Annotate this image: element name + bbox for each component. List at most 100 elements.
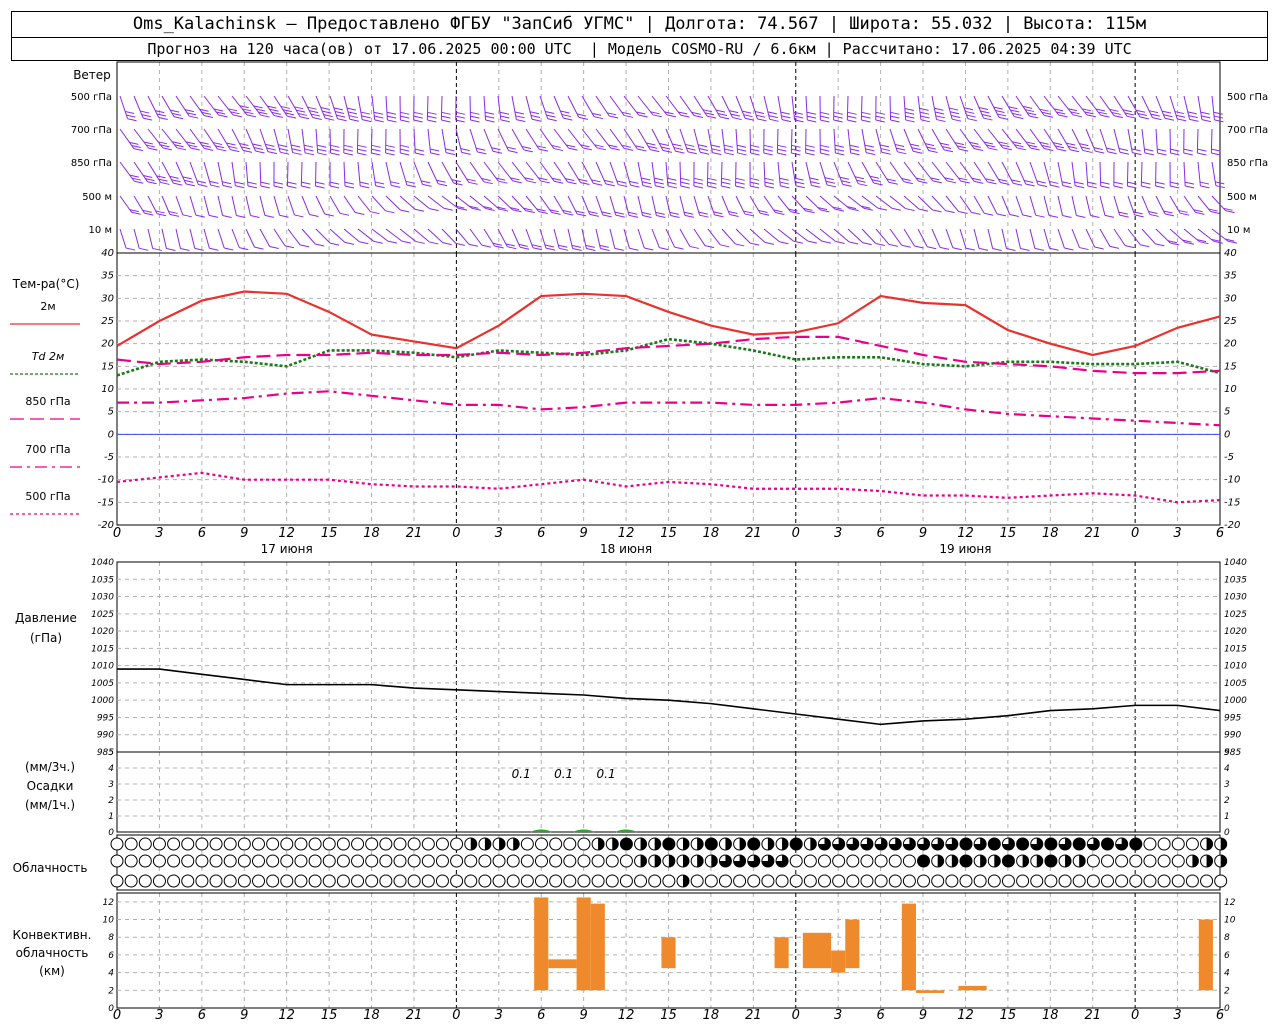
wind-barb-flag [400,119,410,123]
wind-barb-flag [1126,115,1137,119]
cloud-cover-circle [478,854,492,868]
wind-barb-flag [343,148,353,152]
temperature-legend-label: 700 гПа [25,443,70,456]
wind-barb-flag [811,184,821,188]
wind-barb-flag [254,246,264,250]
wind-barb-flag [850,152,860,156]
wind-barb-flag [312,117,322,120]
wind-barb-flag [429,208,439,212]
wind-barb-flag [301,185,311,189]
wind-barb-flag [714,214,724,218]
wind-barb-flag [735,181,745,185]
wind-barb-flag [385,210,395,214]
wind-barb-flag [1125,245,1135,249]
wind-barb [609,228,616,249]
cloud-fill [1073,838,1086,850]
cloud-cover-circle [266,854,280,868]
x-tick-label: 0 [1131,526,1139,541]
wind-barb [455,228,470,245]
wind-barb-flag [764,241,775,245]
wind-barb-flag [910,143,920,147]
wind-barb-flag [309,214,319,218]
cloud-fill [790,838,803,850]
wind-barb-flag [250,215,260,218]
wind-barb-flag [775,211,785,215]
cloud-cover-circle [1001,874,1015,888]
wind-barb-flag [147,181,157,185]
wind-barb-flag [359,241,369,245]
y-tick-label: 1005 [1224,679,1247,689]
cloud-fill [470,838,477,850]
cloud-fill [711,855,718,867]
x-tick-label: 0 [452,1008,460,1023]
wind-barb-flag [471,207,481,211]
wind-barb-flag [386,111,397,115]
wind-barb-flag [1134,214,1144,218]
wind-barb-flag [457,207,468,211]
cloud-cover-circle [1214,874,1228,888]
wind-barb-flag [1029,115,1039,119]
y-tick-label: 1010 [91,662,114,672]
wind-barb-flag [1157,152,1167,156]
cloud-fill [654,855,661,867]
y-tick-label: 6 [1224,951,1230,961]
wind-barb [861,195,879,209]
wind-barb-flag [763,152,773,156]
y-tick-label: 5 [1224,407,1230,418]
wind-barb-flag [523,149,533,153]
wind-barb-flag [558,244,568,248]
wind-barb-flag [182,176,192,180]
y-tick-label: 4 [108,764,114,774]
wind-barb-flag [780,111,790,115]
cloud-fill [917,855,930,867]
wind-barb-flag [1057,148,1067,152]
convective-bar [958,985,987,991]
temperature-panel-title: Тем-ра(°C) [12,277,80,291]
wind-barb-flag [492,150,503,154]
wind-barb [315,195,326,215]
cloud-fill [598,838,605,850]
wind-barb-flag [1177,118,1187,122]
cloud-cover-circle [294,837,308,851]
cloud-panel-title: Облачность [13,861,88,875]
wind-barb-flag [559,247,569,251]
wind-barb-flag [600,248,610,251]
wind-barb-flag [273,181,284,185]
cloud-cover-circle [407,874,421,888]
cloud-cover-circle [591,874,605,888]
wind-barb-flag [764,181,775,185]
wind-barb-flag [805,148,815,152]
wind-barb [903,228,915,247]
cloud-cover-circle [209,874,223,888]
wind-barb-flag [672,143,682,147]
wind-barb [623,228,630,249]
wind-barb-flag [468,243,479,247]
wind-barb-flag [336,114,346,118]
wind-barb [1057,228,1065,249]
cloud-cover-circle [605,854,619,868]
wind-barb-flag [1043,147,1054,151]
wind-barb-flag [806,111,816,115]
convective-title-3: (км) [39,964,65,978]
wind-barb-flag [724,148,734,152]
wind-barb-flag [875,242,885,246]
wind-barb-flag [736,144,747,148]
wind-barb-flag [588,210,598,214]
y-tick-label: 1015 [91,644,114,654]
wind-barb [819,228,836,242]
wind-barb-flag [279,147,289,151]
cloud-cover-circle [223,874,237,888]
wind-barb-flag [1189,118,1199,122]
wind-barb-flag [260,185,270,189]
wind-barb [385,195,401,211]
wind-barb-flag [841,180,851,184]
wind-barb [735,228,751,244]
cloud-fill [620,838,633,850]
cloud-cover-circle [704,874,718,888]
cloud-cover-circle [294,854,308,868]
wind-barb-flag [468,181,478,185]
wind-barb-flag [1100,185,1110,189]
wind-barb-flag [897,151,907,155]
wind-barb-flag [744,213,754,217]
convective-bar [576,897,591,991]
